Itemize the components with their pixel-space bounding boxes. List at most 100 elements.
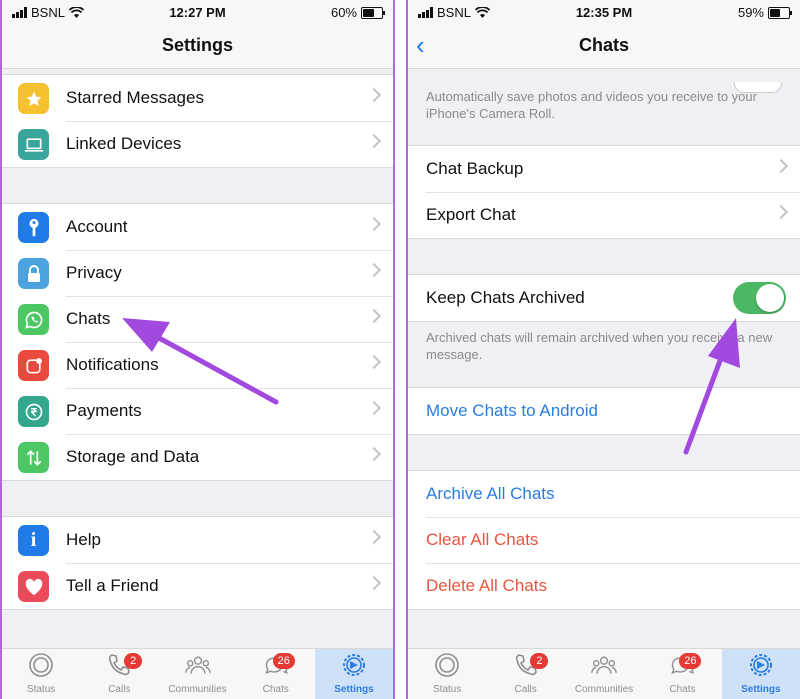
tab-label: Communities (574, 684, 634, 695)
tab-chats[interactable]: 26 Chats (643, 649, 721, 699)
tab-label: Settings (741, 684, 781, 695)
settings-item-label: Linked Devices (66, 134, 182, 153)
export-chat-row[interactable]: Export Chat (408, 192, 800, 238)
nav-bar: ‹ Chats (408, 24, 800, 93)
settings-item-storage-and-data[interactable]: Storage and Data (2, 434, 393, 480)
settings-item-label: Chats (66, 309, 111, 328)
tab-calls[interactable]: 2 Calls (80, 649, 158, 699)
archive-all-chats-label: Archive All Chats (426, 484, 555, 503)
key-icon (18, 212, 49, 243)
notification-icon (18, 350, 49, 381)
bulk-actions-group: Archive All Chats Clear All Chats Delete… (408, 470, 800, 610)
battery-icon (361, 6, 385, 19)
tab-label: Chats (262, 684, 289, 695)
chevron-right-icon (366, 354, 382, 370)
settings-gear-icon (748, 652, 774, 684)
tab-status[interactable]: Status (2, 649, 80, 699)
keep-archived-group: Keep Chats Archived (408, 274, 800, 322)
settings-item-starred-messages[interactable]: Starred Messages (2, 75, 393, 121)
settings-screen: BSNL 12:27 PM 60% Settings Starred Messa… (0, 0, 395, 699)
settings-item-tell-a-friend[interactable]: Tell a Friend (2, 563, 393, 609)
settings-item-label: Account (66, 217, 128, 236)
settings-item-label: Privacy (66, 263, 122, 282)
status-icon (434, 652, 460, 684)
settings-item-label: Tell a Friend (66, 576, 159, 595)
settings-item-account[interactable]: Account (2, 204, 393, 250)
settings-item-label: Starred Messages (66, 88, 204, 107)
settings-group-2: Account Privacy Chats Notifications Payments… (2, 203, 393, 481)
keep-chats-archived-toggle[interactable] (733, 282, 786, 314)
chevron-right-icon (366, 87, 382, 103)
chevron-right-icon (366, 400, 382, 416)
status-bar: BSNL 12:27 PM 60% (2, 0, 393, 24)
rupee-icon (18, 396, 49, 427)
tab-communities[interactable]: Communities (565, 649, 643, 699)
keep-chats-archived-row: Keep Chats Archived (408, 275, 800, 321)
tab-communities[interactable]: Communities (158, 649, 236, 699)
communities-icon (591, 652, 617, 684)
unread-badge: 2 (124, 653, 143, 669)
delete-all-chats-label: Delete All Chats (426, 576, 547, 595)
clear-all-chats-row[interactable]: Clear All Chats (408, 517, 800, 563)
tab-label: Calls (108, 684, 131, 695)
tab-settings[interactable]: Settings (314, 649, 393, 699)
info-icon: i (18, 525, 49, 556)
backup-group: Chat Backup Export Chat (408, 145, 800, 239)
move-chats-to-android-row[interactable]: Move Chats to Android (408, 388, 800, 434)
nav-bar: Settings (2, 24, 393, 69)
tab-status[interactable]: Status (408, 649, 486, 699)
communities-icon (184, 652, 211, 684)
settings-group-3: i Help Tell a Friend (2, 516, 393, 610)
export-chat-label: Export Chat (426, 205, 516, 224)
settings-item-chats[interactable]: Chats (2, 296, 393, 342)
tab-bar: Status 2 Calls Communities 26 Chats Settings (408, 648, 800, 699)
page-title: Chats (578, 35, 629, 55)
whatsapp-icon (18, 304, 49, 335)
tab-chats[interactable]: 26 Chats (237, 649, 315, 699)
battery-icon (768, 6, 792, 19)
chevron-right-icon (366, 529, 382, 545)
settings-item-payments[interactable]: Payments (2, 388, 393, 434)
delete-all-chats-row[interactable]: Delete All Chats (408, 563, 800, 609)
status-icon (28, 652, 54, 684)
chevron-right-icon (773, 158, 789, 174)
tab-label: Calls (514, 684, 537, 695)
archived-note: Archived chats will remain archived when… (426, 330, 773, 362)
chevron-right-icon (366, 446, 382, 462)
settings-item-label: Storage and Data (66, 447, 200, 466)
move-group: Move Chats to Android (408, 387, 800, 435)
save-to-camera-roll-note: Automatically save photos and videos you… (426, 89, 757, 121)
arrows-updown-icon (18, 442, 49, 473)
battery: 60% (330, 5, 385, 20)
move-chats-to-android-label: Move Chats to Android (426, 401, 598, 420)
battery-percent: 59% (737, 5, 764, 20)
keep-chats-archived-label: Keep Chats Archived (426, 288, 585, 307)
battery-percent: 60% (330, 5, 357, 20)
settings-item-label: Notifications (66, 355, 159, 374)
settings-item-notifications[interactable]: Notifications (2, 342, 393, 388)
settings-group-1: Starred Messages Linked Devices (2, 74, 393, 168)
tab-label: Status (26, 684, 56, 695)
page-title: Settings (161, 35, 233, 55)
tab-bar: Status 2 Calls Communities 26 Chats Settings (2, 648, 393, 699)
tab-settings[interactable]: Settings (721, 649, 800, 699)
chevron-right-icon (366, 308, 382, 324)
chat-backup-row[interactable]: Chat Backup (408, 146, 800, 192)
settings-item-label: Payments (66, 401, 142, 420)
settings-gear-icon (341, 652, 367, 684)
chat-backup-label: Chat Backup (426, 159, 524, 178)
tab-label: Communities (168, 684, 227, 695)
settings-item-linked-devices[interactable]: Linked Devices (2, 121, 393, 167)
chevron-right-icon (366, 262, 382, 278)
star-icon (18, 83, 49, 114)
settings-item-privacy[interactable]: Privacy (2, 250, 393, 296)
chevron-right-icon (366, 216, 382, 232)
tab-calls[interactable]: 2 Calls (486, 649, 564, 699)
chevron-right-icon (773, 204, 789, 220)
clear-all-chats-label: Clear All Chats (426, 530, 539, 549)
archive-all-chats-row[interactable]: Archive All Chats (408, 471, 800, 517)
battery: 59% (737, 5, 792, 20)
chats-settings-screen: BSNL 12:35 PM 59% ‹ Chats Automatically … (406, 0, 800, 699)
settings-item-help[interactable]: i Help (2, 517, 393, 563)
status-bar: BSNL 12:35 PM 59% (408, 0, 800, 24)
